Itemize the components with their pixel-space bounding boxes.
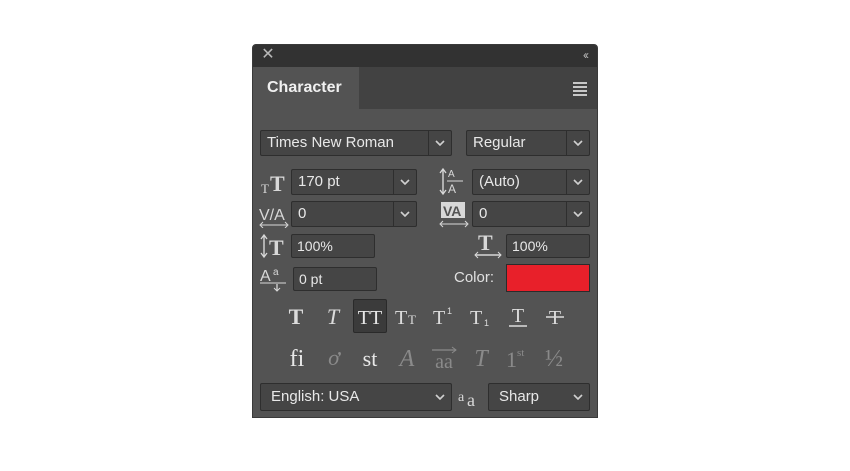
chevron-down-icon[interactable] [393,170,416,194]
tracking-value: 0 [479,205,488,222]
subscript-base-glyph: T [470,307,482,328]
faux-bold-glyph: T [289,304,304,328]
font-family-value: Times New Roman [267,134,394,151]
swash-glyph: A [398,346,415,372]
font-style-value: Regular [473,134,526,151]
tracking-select[interactable]: 0 [472,201,590,227]
vertical-scale-field[interactable]: 100% [291,234,375,258]
all-caps-glyph: TT [358,307,382,328]
aa-small-glyph: a [458,390,465,405]
subscript-mark-glyph: 1 [484,318,489,328]
faux-italic-button[interactable]: T [316,299,350,333]
ordinals-button[interactable]: 1st [502,343,532,373]
svg-text:A: A [448,182,456,196]
kerning-icon: V/A [259,202,289,233]
antialias-value: Sharp [499,388,540,405]
chevron-down-icon[interactable] [566,131,589,155]
small-caps-big-glyph: T [395,307,407,328]
vertical-scale-icon: T [260,233,290,264]
fractions-button[interactable]: ½ [539,343,569,373]
horizontal-scale-value: 100% [512,238,548,254]
antialias-select[interactable]: Sharp [488,383,590,411]
horizontal-scale-field[interactable]: 100% [506,234,590,258]
ligatures-glyph: fi [290,346,305,372]
discretionary-ligatures-button[interactable]: ơ [319,343,349,373]
language-value: English: USA [271,388,360,405]
kerning-select[interactable]: 0 [291,201,417,227]
aa-big-glyph: a [467,390,475,410]
faux-bold-button[interactable]: T [279,299,313,333]
tracking-icon: VA [439,201,469,234]
chevron-down-icon[interactable] [566,202,589,226]
chevron-down-icon[interactable] [566,170,589,194]
color-swatch[interactable] [506,264,590,292]
swash-button[interactable]: A [392,343,422,373]
svg-text:T: T [270,171,285,195]
underline-glyph: T [512,305,524,327]
small-caps-small-glyph: T [408,312,416,327]
leading-icon: AA [439,167,465,202]
strikethrough-button[interactable]: T [538,299,572,333]
leading-select[interactable]: (Auto) [472,169,590,195]
vertical-scale-value: 100% [297,238,333,254]
panel-menu-icon[interactable] [573,82,587,98]
panel-title-bar: ✕ ‹‹ [253,45,597,67]
tab-row: Character [253,67,597,109]
ordinal-base-glyph: 1 [506,347,517,372]
small-caps-button[interactable]: TT [390,299,424,333]
baseline-shift-icon: Aa [260,264,290,297]
collapse-icon[interactable]: ‹‹ [583,48,589,62]
svg-text:A: A [448,169,455,180]
ordinal-sup-glyph: st [517,347,524,359]
svg-text:V/A: V/A [259,207,285,224]
leading-value: (Auto) [479,173,520,190]
kerning-value: 0 [298,205,307,222]
font-size-select[interactable]: 170 pt [291,169,417,195]
svg-text:a: a [273,267,279,278]
svg-text:T: T [269,235,284,259]
chevron-down-icon[interactable] [393,202,416,226]
titling-alternates-button[interactable]: aa [429,343,459,373]
svg-text:T: T [261,181,269,195]
svg-text:T: T [478,231,493,255]
close-icon[interactable]: ✕ [261,47,275,63]
baseline-shift-field[interactable]: 0 pt [293,267,377,291]
horizontal-scale-icon: T [473,230,503,264]
font-family-select[interactable]: Times New Roman [260,130,452,156]
subscript-button[interactable]: T1 [464,299,498,333]
font-style-select[interactable]: Regular [466,130,590,156]
svg-text:VA: VA [443,203,461,219]
chevron-down-icon[interactable] [428,131,451,155]
superscript-button[interactable]: T1 [427,299,461,333]
oldstyle-glyph: T [474,346,489,372]
tab-character[interactable]: Character [253,67,359,109]
stylistic-alternates-button[interactable]: st [355,343,385,373]
chevron-down-icon[interactable] [429,384,451,410]
font-size-value: 170 pt [298,173,340,190]
titling-glyph: aa [435,351,453,372]
baseline-shift-value: 0 pt [299,271,323,287]
fractions-glyph: ½ [545,346,563,372]
character-panel: ✕ ‹‹ Character Times New Roman Regular T… [252,44,598,418]
superscript-base-glyph: T [433,307,445,328]
superscript-mark-glyph: 1 [447,306,452,316]
font-size-icon: TT [260,171,288,200]
discretionary-glyph: ơ [328,345,341,370]
language-select[interactable]: English: USA [260,383,452,411]
oldstyle-button[interactable]: T [466,343,496,373]
ligatures-button[interactable]: fi [282,343,312,373]
all-caps-button[interactable]: TT [353,299,387,333]
antialias-icon: aa [457,385,485,416]
stylistic-glyph: st [363,346,378,371]
underline-button[interactable]: T [501,299,535,333]
chevron-down-icon[interactable] [567,384,589,410]
svg-text:A: A [260,268,271,285]
color-label: Color: [454,269,495,286]
faux-italic-glyph: T [327,304,341,328]
